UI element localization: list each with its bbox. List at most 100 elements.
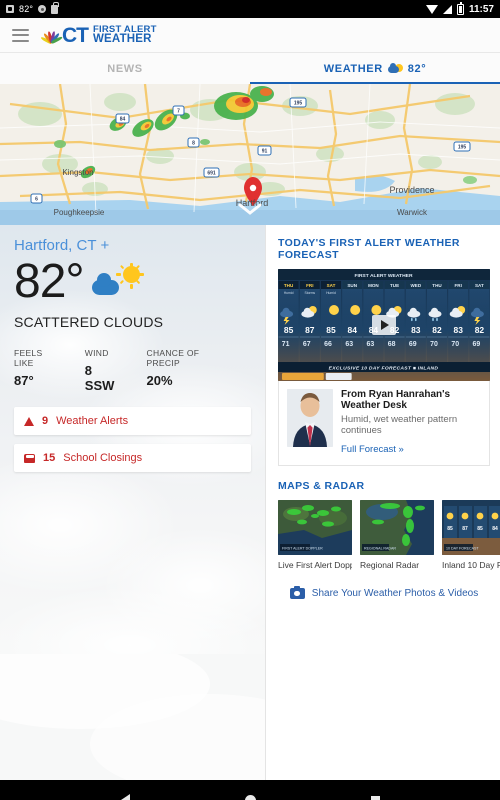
main-content: Hartford, CT + 82° SCATTERED CLOUDS FEEL… — [0, 225, 500, 654]
camera-icon — [289, 585, 305, 599]
filler-left — [0, 654, 265, 780]
page-filler — [0, 654, 500, 780]
svg-text:70: 70 — [451, 341, 459, 348]
weather-app-screen: 82° 11:57 CT FIRST ALERT WEATHER NEWS WE… — [0, 0, 500, 800]
svg-text:Humid: Humid — [326, 291, 336, 295]
svg-text:Providence: Providence — [389, 185, 434, 195]
wifi-icon — [425, 4, 438, 14]
app-bar: CT FIRST ALERT WEATHER — [0, 18, 500, 53]
status-bar-left: 82° — [6, 1, 59, 14]
hamburger-menu-icon[interactable] — [12, 28, 29, 42]
svg-text:SAT: SAT — [475, 283, 484, 288]
location-header[interactable]: Hartford, CT + — [14, 237, 251, 254]
chevron-down-icon[interactable] — [238, 203, 262, 215]
svg-text:SUN: SUN — [347, 283, 357, 288]
weather-alerts-count: 9 — [42, 415, 49, 427]
detail-value: 20% — [146, 373, 173, 388]
status-bar-right: 11:57 — [425, 2, 494, 15]
recording-icon — [38, 5, 47, 13]
svg-text:Warwick: Warwick — [397, 208, 428, 217]
svg-text:63: 63 — [367, 341, 375, 348]
tab-weather[interactable]: WEATHER 82° — [250, 53, 500, 84]
filler-right — [265, 654, 500, 780]
back-icon[interactable] — [120, 794, 130, 800]
svg-text:REGIONAL RADAR: REGIONAL RADAR — [364, 547, 396, 551]
tab-bar: NEWS WEATHER 82° — [0, 53, 500, 84]
radar-map[interactable]: 84 7 91 691 195 195 6 8 Kingston Poughke… — [0, 84, 500, 225]
svg-text:FIRST ALERT DOPPLER: FIRST ALERT DOPPLER — [282, 547, 323, 551]
weather-desk-subtitle: Humid, wet weather pattern continues — [341, 414, 458, 436]
svg-text:8: 8 — [192, 141, 195, 147]
svg-text:6: 6 — [35, 197, 38, 203]
detail-label: WIND — [84, 348, 109, 358]
app-logo[interactable]: CT FIRST ALERT WEATHER — [40, 23, 157, 47]
svg-text:Poughkeepsie: Poughkeepsie — [54, 208, 105, 217]
weather-desk-card[interactable]: From Ryan Hanrahan's Weather Desk Humid,… — [278, 381, 490, 466]
recents-icon[interactable] — [370, 795, 380, 800]
svg-text:WED: WED — [410, 283, 421, 288]
signal-icon — [442, 4, 452, 14]
school-closings-button[interactable]: 15 School Closings — [14, 444, 251, 472]
location-name: Hartford, CT — [14, 237, 97, 254]
svg-text:91: 91 — [262, 149, 268, 155]
weather-alerts-button[interactable]: 9 Weather Alerts — [14, 407, 251, 435]
svg-text:THU: THU — [284, 283, 294, 288]
status-bar: 82° 11:57 — [0, 0, 500, 18]
svg-text:82: 82 — [475, 325, 485, 335]
tab-news-label: NEWS — [107, 62, 143, 75]
current-conditions-panel: Hartford, CT + 82° SCATTERED CLOUDS FEEL… — [0, 225, 265, 654]
detail-value: 87° — [14, 373, 34, 388]
svg-text:84: 84 — [120, 117, 126, 123]
temperature-row: 82° — [14, 258, 251, 306]
home-icon[interactable] — [244, 794, 256, 800]
svg-text:85: 85 — [284, 325, 294, 335]
maps-radar-list: FIRST ALERT DOPPLER Live First Alert Dop… — [278, 500, 500, 570]
school-bus-icon — [24, 453, 35, 463]
forecast-video-thumbnail[interactable]: FIRST ALERT WEATHER THU Humid 85 71 FRI Storm… — [278, 269, 490, 381]
tab-news[interactable]: NEWS — [0, 53, 250, 84]
svg-text:70: 70 — [430, 341, 438, 348]
svg-text:TUE: TUE — [390, 283, 399, 288]
svg-text:68: 68 — [388, 341, 396, 348]
svg-text:FIRST ALERT WEATHER: FIRST ALERT WEATHER — [354, 273, 413, 279]
share-photos-button[interactable]: Share Your Weather Photos & Videos — [278, 585, 490, 599]
tab-weather-temp: 82° — [407, 62, 427, 75]
svg-text:Storms: Storms — [304, 291, 315, 295]
svg-text:195: 195 — [458, 145, 467, 151]
svg-text:67: 67 — [303, 341, 311, 348]
battery-icon — [456, 2, 464, 15]
svg-text:Humid: Humid — [284, 291, 294, 295]
detail-label: CHANCE OF PRECIP — [146, 348, 200, 368]
svg-text:83: 83 — [454, 325, 464, 335]
add-location-button[interactable]: + — [101, 237, 110, 254]
map-caption: Regional Radar — [360, 560, 420, 570]
map-card-regional[interactable]: REGIONAL RADAR Regional Radar — [360, 500, 434, 570]
map-caption: Inland 10 Day F — [442, 560, 500, 570]
svg-text:85: 85 — [447, 526, 453, 532]
logo-brand-text: FIRST ALERT WEATHER — [93, 24, 157, 46]
forecast-panel: TODAY'S FIRST ALERT WEATHER FORECAST FIR… — [265, 225, 500, 654]
map-card-inland[interactable]: 858785 8484 10 DAY FORECAST Inland 10 Da… — [442, 500, 500, 570]
logo-ct-text: CT — [62, 23, 89, 47]
map-thumbnail: 858785 8484 10 DAY FORECAST — [442, 500, 500, 555]
svg-text:82: 82 — [432, 325, 442, 335]
partly-cloudy-icon — [387, 63, 403, 74]
android-nav-bar — [0, 780, 500, 800]
lock-icon — [51, 1, 59, 14]
svg-text:84: 84 — [492, 526, 498, 532]
full-forecast-link[interactable]: Full Forecast » — [341, 444, 481, 455]
weather-alerts-label: Weather Alerts — [56, 415, 129, 427]
peacock-icon — [40, 27, 64, 44]
map-caption: Live First Alert Doppler — [278, 560, 352, 570]
svg-text:THU: THU — [432, 283, 442, 288]
svg-text:87: 87 — [305, 325, 315, 335]
map-thumbnail: FIRST ALERT DOPPLER — [278, 500, 352, 555]
map-card-doppler[interactable]: FIRST ALERT DOPPLER Live First Alert Dop… — [278, 500, 352, 570]
svg-text:71: 71 — [282, 341, 290, 348]
maps-radar-heading: MAPS & RADAR — [278, 480, 365, 492]
school-closings-label: School Closings — [63, 452, 143, 464]
play-button-icon[interactable] — [372, 315, 396, 335]
svg-text:195: 195 — [294, 101, 303, 107]
tab-weather-label: WEATHER — [323, 62, 383, 75]
condition-text: SCATTERED CLOUDS — [14, 314, 164, 330]
